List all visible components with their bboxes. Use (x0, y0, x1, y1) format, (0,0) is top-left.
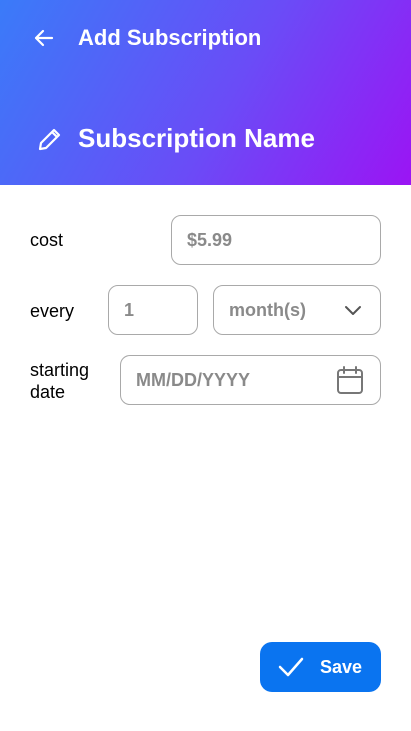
page-title: Add Subscription (78, 25, 262, 50)
chevron-down-icon (345, 306, 361, 315)
every-label: every (30, 301, 75, 321)
cost-placeholder: $5.99 (187, 229, 233, 250)
interval-input[interactable]: 1 (108, 285, 198, 335)
interval-placeholder: 1 (124, 299, 135, 320)
cost-input[interactable]: $5.99 (171, 215, 381, 265)
edit-name-button[interactable] (36, 125, 64, 153)
start-date-label: starting date (30, 359, 89, 403)
date-placeholder: MM/DD/YYYY (136, 369, 251, 390)
subscription-name[interactable]: Subscription Name (78, 122, 315, 154)
start-date-label-line1: starting (30, 360, 90, 380)
interval-unit-value: month(s) (229, 299, 306, 320)
start-date-label-line2: date (30, 382, 66, 402)
cost-label: cost (30, 230, 64, 250)
pencil-icon (38, 128, 61, 151)
back-button[interactable] (30, 24, 58, 52)
app-header: Add Subscription Subscription Name (0, 0, 411, 185)
calendar-icon[interactable] (336, 365, 364, 395)
check-icon (278, 657, 304, 677)
arrow-left-icon (34, 29, 54, 47)
interval-unit-select[interactable]: month(s) (213, 285, 381, 335)
save-button[interactable]: Save (260, 642, 381, 692)
save-label: Save (320, 657, 363, 677)
start-date-input[interactable]: MM/DD/YYYY (120, 355, 381, 405)
